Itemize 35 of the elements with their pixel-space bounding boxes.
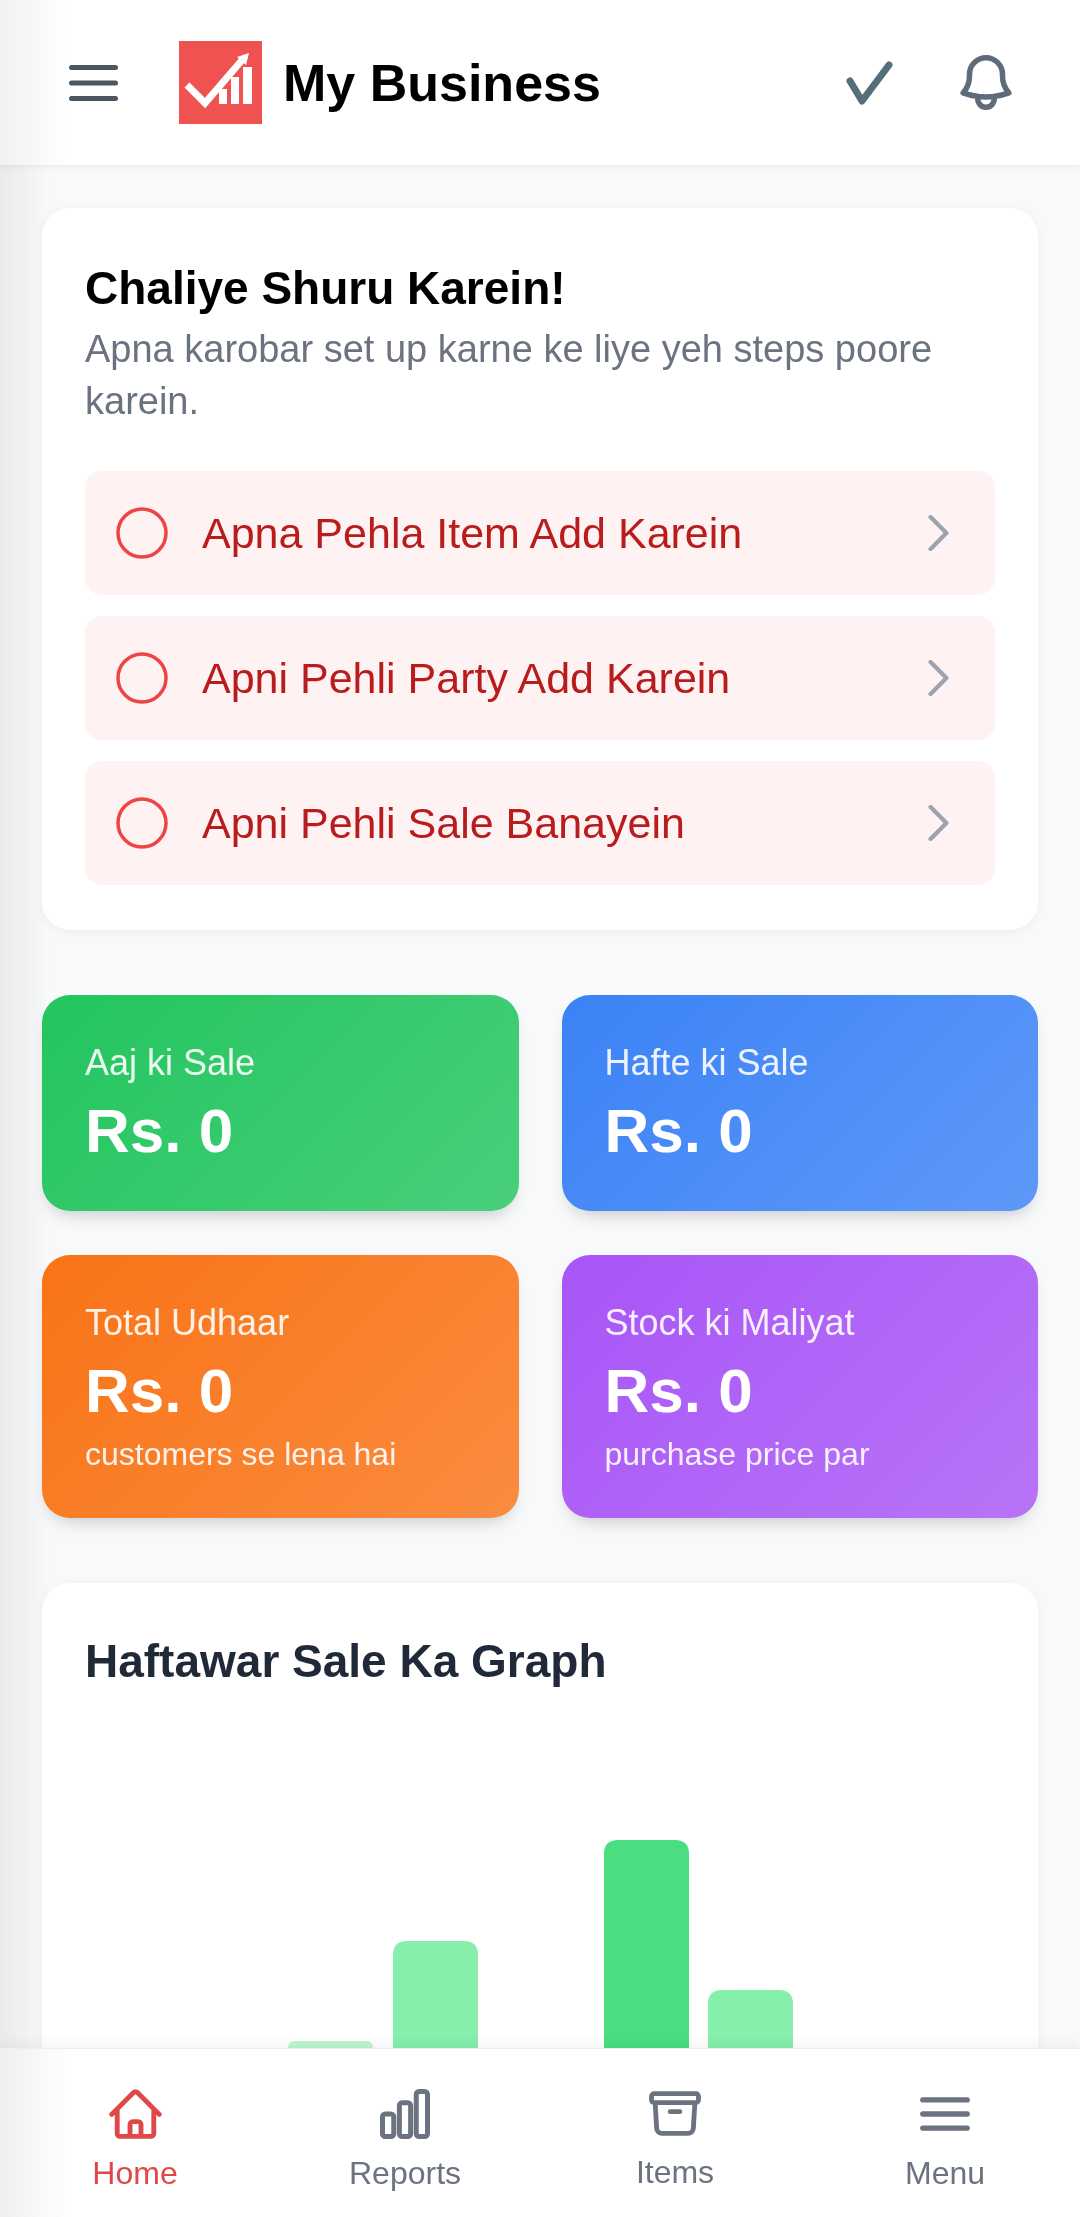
bar-chart-icon: [380, 2089, 430, 2139]
nav-tab[interactable]: Items: [540, 2049, 810, 2217]
stat-value: Rs. 0: [604, 1095, 754, 1167]
chevron-right-icon: [928, 805, 949, 841]
stat-label: Stock ki Maliyat: [604, 1301, 856, 1345]
stat-card[interactable]: Total Udhaar Rs. 0 customers se lena hai: [42, 1255, 519, 1518]
stat-note: customers se lena hai: [85, 1435, 398, 1474]
stat-label: Hafte ki Sale: [604, 1041, 810, 1085]
stat-note: purchase price par: [604, 1435, 871, 1474]
stat-value: Rs. 0: [604, 1355, 754, 1427]
stat-card[interactable]: Stock ki Maliyat Rs. 0 purchase price par: [561, 1255, 1038, 1518]
home-icon: [108, 2089, 162, 2139]
menu-icon[interactable]: [69, 64, 118, 101]
setup-step[interactable]: Apni Pehli Party Add Karein: [85, 616, 995, 740]
chevron-right-icon: [928, 515, 949, 551]
setup-step[interactable]: Apni Pehli Sale Banayein: [85, 761, 995, 885]
app-title: My Business: [283, 52, 601, 113]
nav-tab[interactable]: Menu: [810, 2049, 1080, 2217]
setup-step[interactable]: Apna Pehla Item Add Karein: [85, 471, 995, 595]
notification-bell-icon[interactable]: [960, 55, 1012, 110]
menu-icon: [920, 2097, 970, 2131]
logo-icon: [179, 41, 262, 124]
card-subtitle: Apna karobar set up karne ke liye yeh steps poore karein.: [85, 327, 934, 424]
nav-tab[interactable]: Home: [0, 2049, 270, 2217]
stat-card[interactable]: Hafte ki Sale Rs. 0: [561, 995, 1038, 1211]
card-title: Chaliye Shuru Karein!: [85, 261, 567, 316]
stat-value: Rs. 0: [85, 1095, 235, 1167]
stat-label: Aaj ki Sale: [85, 1041, 257, 1085]
chart-title: Haftawar Sale Ka Graph: [85, 1634, 608, 1689]
check-icon[interactable]: [845, 59, 893, 106]
archive-box-icon: [649, 2091, 701, 2136]
nav-tab[interactable]: Reports: [270, 2049, 540, 2217]
stat-value: Rs. 0: [85, 1355, 235, 1427]
stat-label: Total Udhaar: [85, 1301, 291, 1345]
chevron-right-icon: [928, 660, 949, 696]
